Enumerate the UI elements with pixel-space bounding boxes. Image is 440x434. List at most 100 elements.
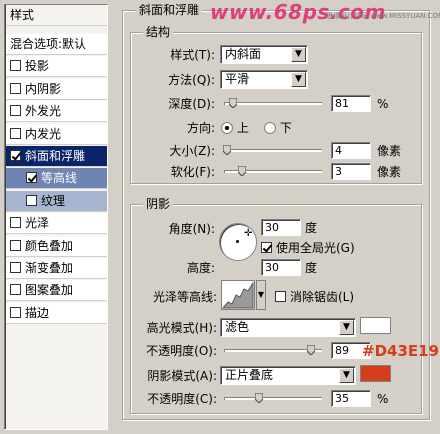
shadow-mode-label: 阴影模式(A):: [147, 369, 217, 383]
direction-up-label: 上: [236, 121, 249, 135]
styles-list: 样式 混合选项:默认投影内阴影外发光内发光斜面和浮雕等高线纹理光泽颜色叠加渐变叠…: [4, 4, 108, 430]
angle-dial-center: [236, 240, 239, 243]
chevron-down-icon: ▼: [291, 72, 306, 87]
highlight-mode-label: 高光模式(H):: [146, 321, 217, 335]
style-item-checkbox[interactable]: [10, 239, 21, 251]
style-item-checkbox[interactable]: [10, 127, 21, 139]
gloss-contour-label: 光泽等高线:: [152, 290, 217, 304]
chevron-down-icon: ▼: [339, 320, 354, 335]
size-slider-thumb[interactable]: [222, 145, 231, 155]
style-select-value: 内斜面: [225, 47, 262, 61]
style-item-checkbox[interactable]: [10, 306, 21, 318]
style-item[interactable]: 投影: [6, 56, 107, 78]
direction-down-option[interactable]: 下: [264, 120, 292, 136]
style-select[interactable]: 内斜面 ▼: [220, 45, 308, 64]
shadow-color-swatch[interactable]: [360, 365, 391, 382]
style-item-checkbox[interactable]: [26, 172, 37, 184]
style-item-checkbox[interactable]: [26, 194, 37, 206]
style-item[interactable]: 光泽: [6, 213, 107, 235]
technique-select[interactable]: 平滑 ▼: [220, 70, 308, 89]
depth-input[interactable]: 81: [331, 95, 371, 112]
altitude-unit: 度: [305, 261, 318, 275]
size-unit: 像素: [377, 144, 402, 158]
style-item-checkbox[interactable]: [10, 217, 21, 229]
style-item[interactable]: 等高线: [6, 168, 107, 190]
style-item-label: 内阴影: [25, 81, 62, 96]
angle-dial[interactable]: ✛: [219, 223, 257, 261]
direction-down-radio[interactable]: [264, 122, 276, 134]
size-input[interactable]: 4: [331, 142, 371, 159]
shadow-mode-value: 正片叠底: [225, 368, 274, 382]
style-item[interactable]: 外发光: [6, 101, 107, 123]
style-item[interactable]: 斜面和浮雕: [6, 146, 107, 167]
size-label: 大小(Z):: [169, 144, 215, 158]
direction-label: 方向:: [186, 121, 215, 135]
style-item[interactable]: 内阴影: [6, 78, 107, 100]
style-item-checkbox[interactable]: [10, 262, 21, 273]
direction-up-option[interactable]: 上: [221, 120, 249, 136]
altitude-input[interactable]: 30: [261, 259, 301, 276]
gloss-contour-preview[interactable]: [221, 280, 255, 310]
structure-title: 结构: [143, 25, 174, 39]
style-item-checkbox[interactable]: [10, 150, 21, 161]
highlight-opacity-label: 不透明度(O):: [146, 344, 217, 358]
technique-select-value: 平滑: [225, 72, 250, 86]
style-label: 样式(T):: [170, 48, 215, 62]
crosshair-icon: ✛: [244, 228, 253, 239]
highlight-color-swatch[interactable]: [360, 317, 391, 334]
gloss-contour-dropdown[interactable]: ▼: [256, 280, 266, 310]
global-light-option[interactable]: 使用全局光(G): [261, 240, 355, 256]
style-item-label: 斜面和浮雕: [25, 149, 86, 163]
shadow-mode-select[interactable]: 正片叠底 ▼: [220, 366, 356, 385]
global-light-checkbox[interactable]: [261, 242, 272, 253]
style-item[interactable]: 混合选项:默认: [6, 34, 107, 55]
style-item[interactable]: 描边: [6, 302, 107, 324]
depth-label: 深度(D):: [168, 97, 215, 111]
highlight-mode-value: 滤色: [225, 320, 250, 334]
style-item[interactable]: 纹理: [6, 190, 107, 212]
technique-label: 方法(Q):: [168, 73, 215, 87]
anti-alias-label: 消除锯齿(L): [290, 290, 355, 304]
style-item-checkbox[interactable]: [10, 284, 21, 296]
soften-label: 软化(F):: [170, 165, 215, 179]
style-item-label: 光泽: [25, 216, 50, 231]
soften-input[interactable]: 3: [331, 163, 371, 180]
style-item[interactable]: 渐变叠加: [6, 258, 107, 279]
style-item[interactable]: 颜色叠加: [6, 235, 107, 257]
soften-slider-thumb[interactable]: [238, 166, 247, 176]
angle-input[interactable]: 30: [261, 219, 301, 236]
style-item-label: 外发光: [25, 104, 62, 119]
style-item-label: 等高线: [41, 171, 78, 186]
style-item-label: 纹理: [41, 193, 66, 208]
shading-title: 阴影: [143, 197, 174, 211]
color-code-annotation: #D43E19: [362, 342, 440, 360]
shadow-opacity-slider[interactable]: [224, 393, 322, 403]
shadow-opacity-slider-thumb[interactable]: [254, 393, 263, 403]
styles-list-header[interactable]: 样式: [6, 5, 107, 26]
depth-slider[interactable]: [224, 98, 322, 108]
style-item[interactable]: 内发光: [6, 123, 107, 145]
anti-alias-option[interactable]: 消除锯齿(L): [275, 289, 354, 305]
highlight-opacity-slider[interactable]: [224, 345, 322, 355]
style-item-checkbox[interactable]: [10, 82, 21, 94]
bevel-emboss-title: 斜面和浮雕: [136, 3, 203, 17]
style-item-label: 颜色叠加: [25, 238, 74, 253]
style-item[interactable]: 图案叠加: [6, 280, 107, 302]
anti-alias-checkbox[interactable]: [275, 291, 286, 302]
depth-slider-thumb[interactable]: [228, 98, 237, 108]
highlight-opacity-slider-thumb[interactable]: [307, 345, 316, 355]
style-item-checkbox[interactable]: [10, 60, 21, 72]
shadow-opacity-input[interactable]: 35: [331, 390, 371, 407]
shadow-opacity-label: 不透明度(C):: [147, 392, 217, 406]
style-item-label: 混合选项:默认: [10, 37, 87, 51]
soften-slider[interactable]: [224, 166, 322, 176]
highlight-mode-select[interactable]: 滤色 ▼: [220, 318, 356, 337]
style-item-checkbox[interactable]: [10, 105, 21, 117]
angle-label: 角度(N):: [168, 222, 215, 236]
shadow-opacity-unit: %: [377, 392, 389, 406]
altitude-label: 高度:: [186, 261, 215, 275]
depth-unit: %: [377, 97, 389, 111]
style-item-label: 图案叠加: [25, 283, 74, 298]
size-slider[interactable]: [222, 145, 322, 155]
direction-up-radio[interactable]: [221, 122, 233, 134]
